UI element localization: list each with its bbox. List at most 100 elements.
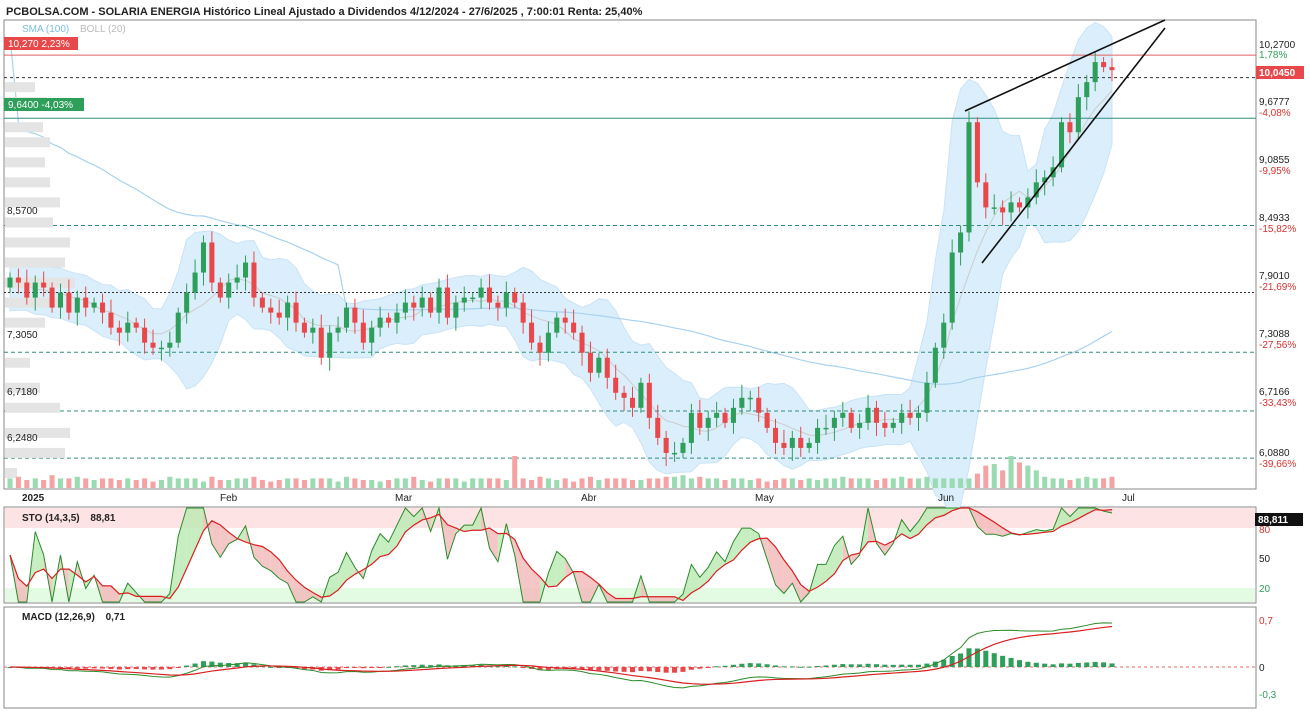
macd-hist-bar	[133, 667, 139, 670]
candle-body	[1101, 62, 1107, 68]
macd-hist-bar	[705, 667, 711, 668]
volume-bar	[991, 464, 997, 488]
macd-hist-bar	[1101, 662, 1107, 667]
volume-bar	[798, 480, 804, 488]
volume-bar	[949, 478, 955, 488]
ytick-2: 9,0855	[1259, 155, 1290, 166]
candle-body	[343, 307, 350, 328]
macd-hist-bar	[882, 664, 888, 667]
macd-hist-bar	[899, 664, 905, 667]
ytick-6: 6,7166	[1259, 387, 1290, 398]
macd-hist-bar	[1067, 663, 1073, 667]
volume-bar	[823, 478, 829, 488]
xtick-mar: Mar	[395, 493, 413, 504]
macd-hist-bar	[520, 667, 526, 668]
candle-body	[949, 252, 955, 323]
boll-legend: BOLL (20)	[80, 24, 126, 35]
volume-bar	[318, 478, 324, 488]
macd-hist-bar	[848, 664, 854, 667]
volume-bar	[66, 478, 72, 488]
candle-body	[243, 262, 249, 278]
macd-hist-bar	[646, 667, 652, 672]
candle-body	[41, 282, 47, 288]
candle-body	[91, 302, 97, 308]
macd-hist-bar	[907, 664, 913, 667]
candle-body	[983, 182, 989, 208]
macd-hist-bar	[1084, 662, 1090, 667]
volume-bar	[74, 476, 80, 488]
volume-bar	[1016, 462, 1022, 488]
macd-tick-2: -0,3	[1259, 690, 1277, 701]
xtick-abr: Abr	[581, 493, 597, 504]
xtick-jun: Jun	[938, 493, 954, 504]
last-price-label: 10,0450	[1259, 68, 1296, 79]
candle-body	[520, 302, 526, 323]
xtick-jul: Jul	[1122, 493, 1135, 504]
volume-bar	[133, 480, 139, 488]
volume-bar	[966, 478, 972, 488]
candle-body	[1092, 62, 1098, 83]
macd-hist-bar	[512, 666, 518, 668]
volume-bar	[503, 480, 509, 488]
volume-bar	[924, 476, 930, 488]
volume-bar	[377, 481, 383, 488]
candle-body	[495, 302, 501, 308]
volume-bar	[386, 480, 392, 488]
volume-bar	[175, 478, 181, 488]
volume-bar	[360, 480, 366, 488]
candle-body	[200, 242, 207, 273]
macd-hist-bar	[831, 664, 837, 667]
volume-bar	[529, 480, 535, 488]
volume-bar	[293, 478, 299, 488]
sto-level-20: 20	[1259, 584, 1271, 595]
ytick-7: 6,0880	[1259, 448, 1290, 459]
macd-hist-bar	[184, 665, 190, 667]
macd-hist-bar	[167, 667, 173, 670]
volume-bar	[1101, 478, 1107, 488]
volume-bar	[697, 476, 703, 488]
macd-hist-bar	[1075, 662, 1081, 667]
macd-hist-bar	[764, 664, 770, 667]
candle-body	[209, 242, 215, 283]
candle-body	[932, 347, 938, 383]
volume-bar	[343, 476, 350, 488]
volume-bar	[714, 478, 720, 488]
support-label-3: 6,2480	[7, 433, 38, 444]
volume-bar	[394, 478, 400, 488]
macd-hist-bar	[100, 667, 106, 669]
macd-label: MACD (12,26,9) 0,71	[22, 612, 125, 623]
candle-body	[133, 322, 139, 328]
volume-bar	[285, 478, 291, 488]
volume-bar	[335, 481, 341, 488]
volume-bar	[1059, 478, 1065, 488]
sma-legend: SMA (100)	[22, 24, 69, 35]
candle-body	[108, 312, 114, 328]
candle-body	[857, 422, 863, 428]
candle-body	[772, 427, 779, 443]
candle-body	[150, 342, 156, 348]
macd-hist-bar	[217, 662, 223, 667]
macd-hist-bar	[865, 663, 871, 667]
candle-body	[436, 287, 442, 313]
support-label-2: 6,7180	[7, 387, 38, 398]
candle-body	[596, 357, 602, 373]
candle-body	[907, 412, 913, 418]
macd-hist-bar	[91, 667, 97, 669]
candle-body	[15, 277, 21, 283]
candle-body	[318, 327, 324, 358]
volume-bar	[461, 481, 467, 488]
macd-hist-bar	[1025, 661, 1031, 667]
volume-bar	[24, 480, 30, 488]
volume-bar	[865, 478, 871, 488]
candle-body	[461, 297, 467, 303]
volume-bar	[672, 476, 678, 488]
candle-body	[1000, 207, 1006, 213]
macd-tick-0: 0,7	[1259, 616, 1273, 627]
macd-hist-bar	[672, 667, 678, 673]
volume-bar	[478, 478, 484, 488]
candle-body	[915, 412, 922, 418]
candle-body	[756, 397, 762, 413]
volume-bar	[512, 456, 518, 488]
macd-hist-bar	[175, 667, 181, 668]
candle-body	[24, 282, 30, 298]
